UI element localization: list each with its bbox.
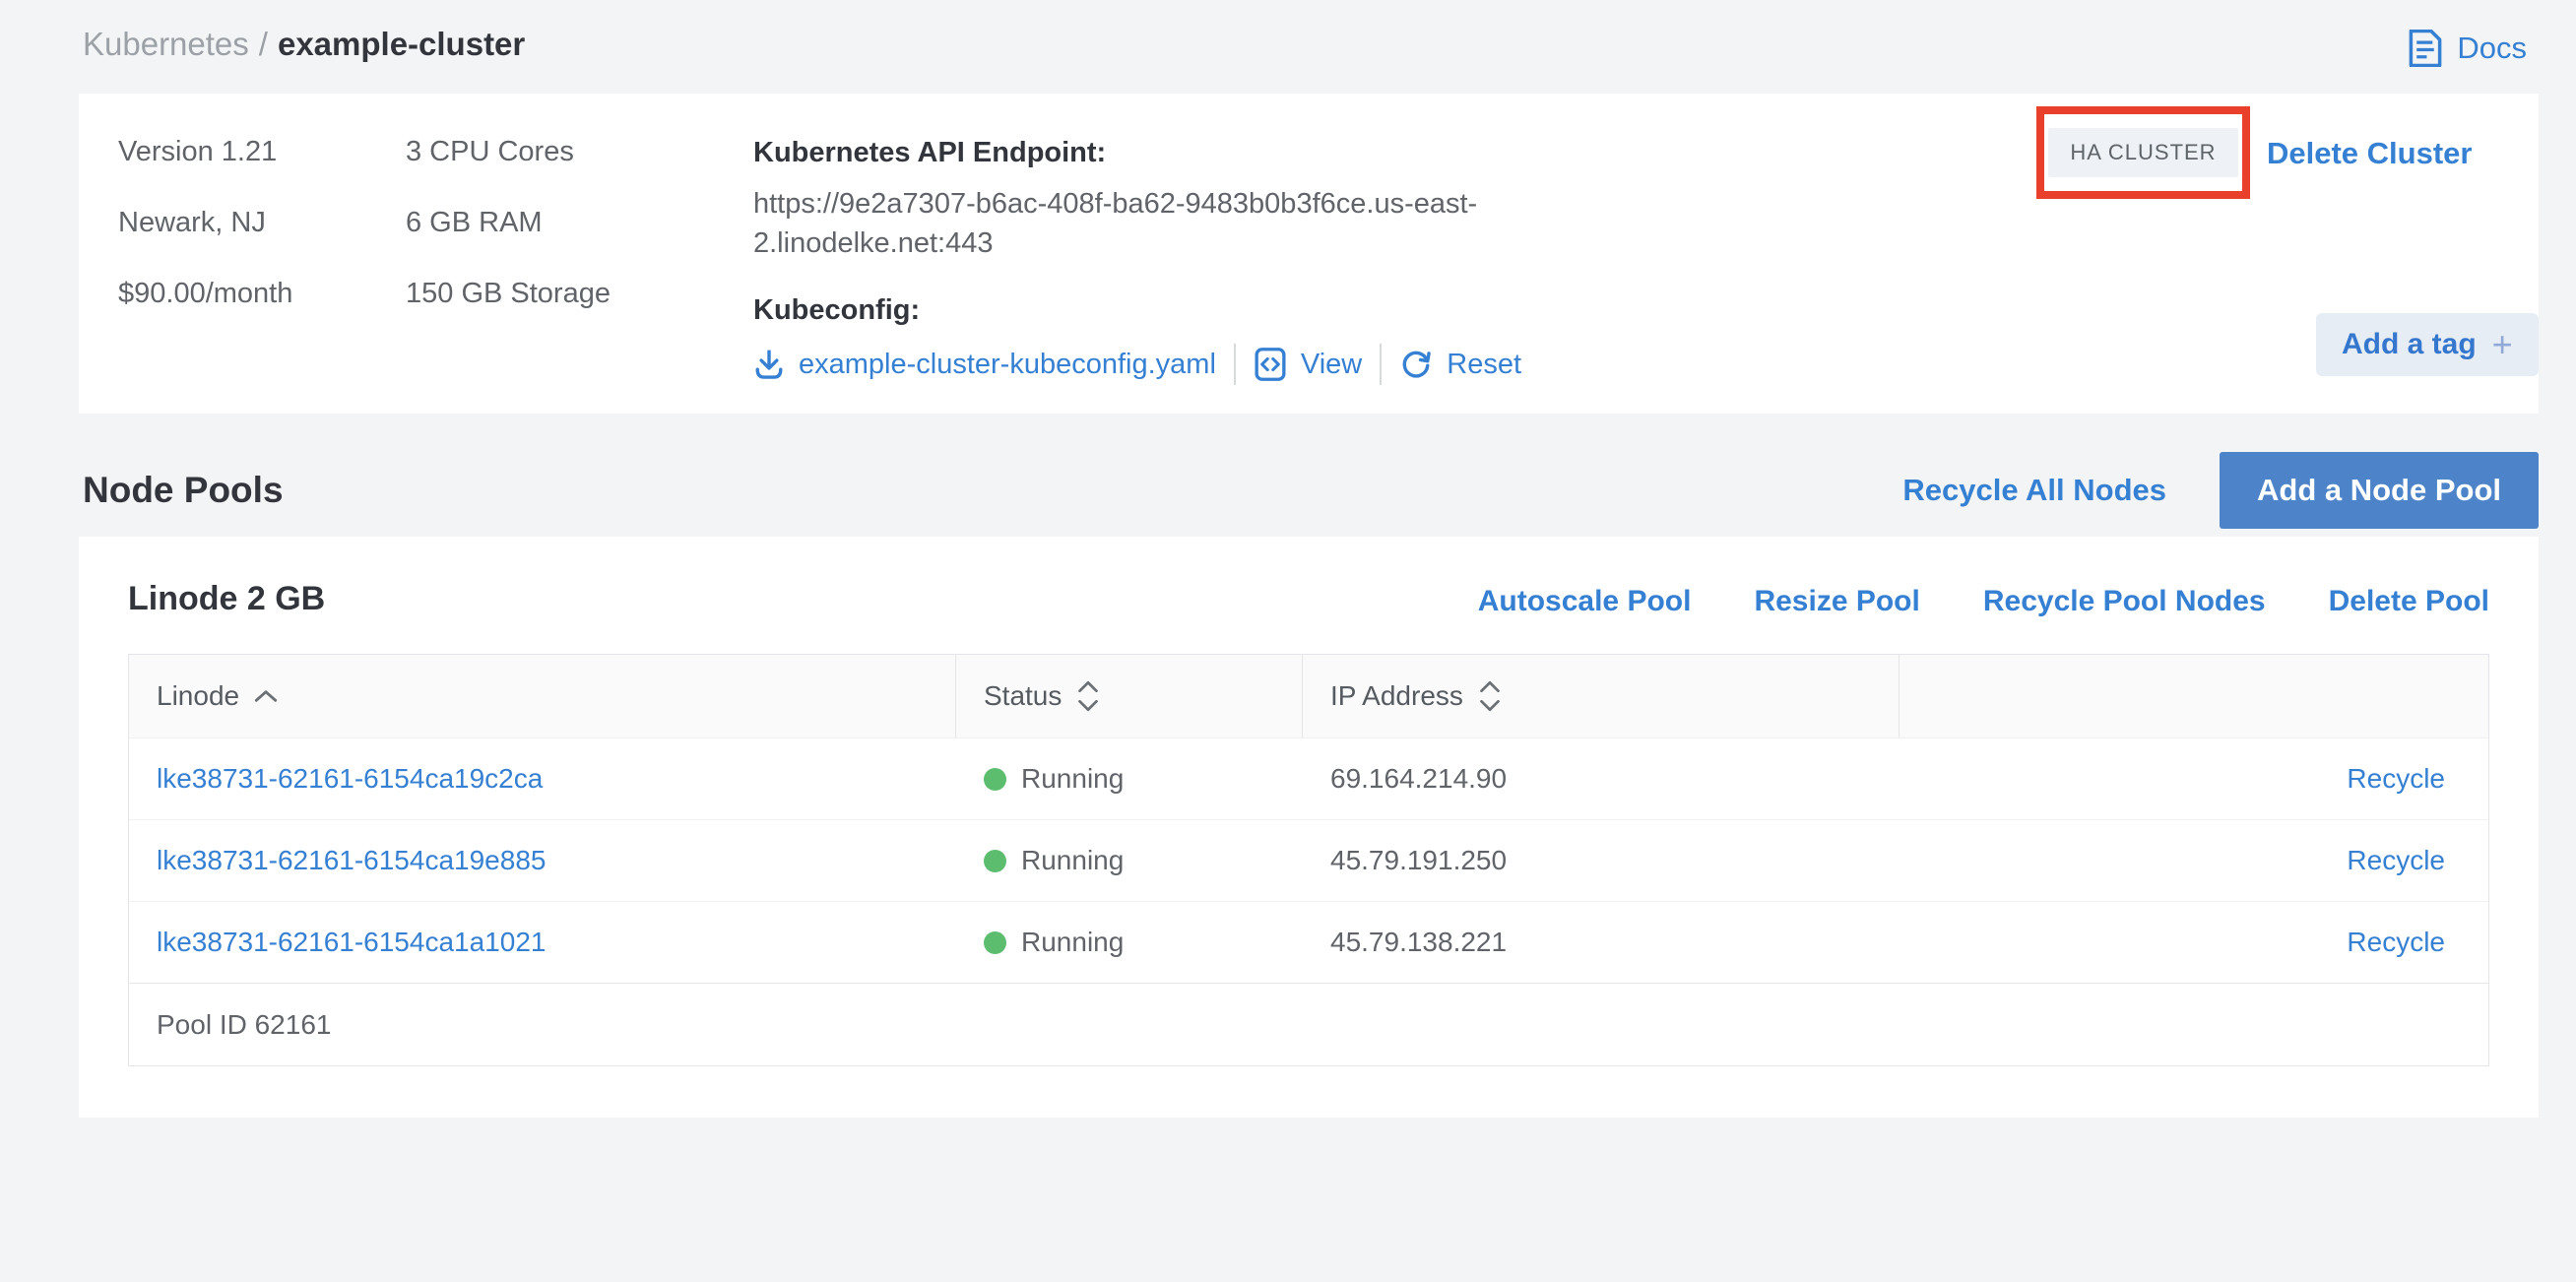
pool-header: Linode 2 GB Autoscale Pool Resize Pool R… xyxy=(128,580,2489,618)
recycle-node-button[interactable]: Recycle xyxy=(2347,763,2445,794)
ip-address: 69.164.214.90 xyxy=(1303,763,1900,795)
status-column-label: Status xyxy=(984,680,1062,712)
pool-name: Linode 2 GB xyxy=(128,580,325,618)
status-running-dot-icon xyxy=(984,850,1006,872)
status-cell: Running xyxy=(956,845,1303,876)
node-pools-header: Node Pools Recycle All Nodes Add a Node … xyxy=(79,448,2539,533)
add-node-pool-button[interactable]: Add a Node Pool xyxy=(2220,452,2539,529)
ip-address: 45.79.138.221 xyxy=(1303,927,1900,958)
ip-address-column-label: IP Address xyxy=(1330,680,1463,712)
recycle-all-nodes-button[interactable]: Recycle All Nodes xyxy=(1902,473,2166,508)
breadcrumb-separator: / xyxy=(259,26,268,62)
table-row: lke38731-62161-6154ca19e885 Running 45.7… xyxy=(129,819,2488,901)
cluster-price: $90.00/month xyxy=(118,277,406,310)
status-cell: Running xyxy=(956,763,1303,795)
cluster-storage: 150 GB Storage xyxy=(406,277,753,310)
status-label: Running xyxy=(1021,763,1124,795)
column-header-actions xyxy=(1900,655,2488,737)
node-pool-card: Linode 2 GB Autoscale Pool Resize Pool R… xyxy=(79,537,2539,1118)
delete-pool-button[interactable]: Delete Pool xyxy=(2329,585,2489,618)
column-header-status: Status xyxy=(956,655,1303,737)
table-header-row: Linode Status xyxy=(129,655,2488,737)
recycle-node-button[interactable]: Recycle xyxy=(2347,927,2445,957)
view-label: View xyxy=(1301,349,1362,381)
cluster-summary-card: Version 1.21 Newark, NJ $90.00/month 3 C… xyxy=(79,94,2539,414)
sort-by-ip-address[interactable]: IP Address xyxy=(1330,678,1503,714)
topbar: Kubernetes / example-cluster Docs xyxy=(0,0,2576,81)
breadcrumb: Kubernetes / example-cluster xyxy=(83,26,525,63)
cluster-specs-column-1: Version 1.21 Newark, NJ $90.00/month xyxy=(118,135,406,385)
kubeconfig-file-name: example-cluster-kubeconfig.yaml xyxy=(799,349,1216,381)
status-running-dot-icon xyxy=(984,768,1006,791)
sort-by-status[interactable]: Status xyxy=(984,678,1101,714)
add-tag-button[interactable]: Add a tag + xyxy=(2316,313,2539,376)
divider xyxy=(1380,344,1382,385)
status-cell: Running xyxy=(956,927,1303,958)
cluster-version: Version 1.21 xyxy=(118,135,406,168)
recycle-pool-nodes-button[interactable]: Recycle Pool Nodes xyxy=(1983,585,2266,618)
table-row: lke38731-62161-6154ca1a1021 Running 45.7… xyxy=(129,901,2488,983)
breadcrumb-kubernetes-link[interactable]: Kubernetes xyxy=(83,26,249,62)
api-endpoint-url: https://9e2a7307-b6ac-408f-ba62-9483b0b3… xyxy=(753,184,1571,263)
reset-icon xyxy=(1399,347,1433,382)
add-tag-label: Add a tag xyxy=(2342,328,2477,361)
pool-actions: Autoscale Pool Resize Pool Recycle Pool … xyxy=(1478,585,2489,618)
node-pools-title: Node Pools xyxy=(83,470,284,511)
autoscale-pool-button[interactable]: Autoscale Pool xyxy=(1478,585,1692,618)
cluster-ram: 6 GB RAM xyxy=(406,206,753,239)
code-file-icon xyxy=(1254,347,1287,382)
node-link[interactable]: lke38731-62161-6154ca1a1021 xyxy=(157,927,546,957)
node-table: Linode Status xyxy=(128,654,2489,1066)
status-label: Running xyxy=(1021,845,1124,876)
recycle-node-button[interactable]: Recycle xyxy=(2347,845,2445,875)
docs-label: Docs xyxy=(2457,31,2527,66)
node-link[interactable]: lke38731-62161-6154ca19e885 xyxy=(157,845,546,875)
status-label: Running xyxy=(1021,927,1124,958)
chevron-up-down-icon xyxy=(1477,678,1503,714)
kubeconfig-actions-row: example-cluster-kubeconfig.yaml View xyxy=(753,344,1571,385)
cluster-region: Newark, NJ xyxy=(118,206,406,239)
docs-link[interactable]: Docs xyxy=(2408,30,2527,67)
chevron-up-icon xyxy=(253,688,279,704)
red-annotation-box: HA CLUSTER xyxy=(2036,106,2250,199)
breadcrumb-cluster-name: example-cluster xyxy=(278,26,525,62)
api-endpoint-label: Kubernetes API Endpoint: xyxy=(753,135,1571,170)
resize-pool-button[interactable]: Resize Pool xyxy=(1754,585,1919,618)
api-endpoint-block: Kubernetes API Endpoint: https://9e2a730… xyxy=(753,135,1571,385)
divider xyxy=(1234,344,1236,385)
column-header-ip-address: IP Address xyxy=(1303,655,1900,737)
cluster-specs-column-2: 3 CPU Cores 6 GB RAM 150 GB Storage xyxy=(406,135,753,385)
cluster-cpu: 3 CPU Cores xyxy=(406,135,753,168)
kubeconfig-label: Kubeconfig: xyxy=(753,292,1571,328)
docs-icon xyxy=(2408,30,2443,67)
column-header-linode: Linode xyxy=(129,655,956,737)
reset-label: Reset xyxy=(1447,349,1521,381)
ha-cluster-badge: HA CLUSTER xyxy=(2048,128,2237,177)
status-running-dot-icon xyxy=(984,931,1006,954)
ip-address: 45.79.191.250 xyxy=(1303,845,1900,876)
plus-icon: + xyxy=(2492,330,2513,359)
kubeconfig-view-link[interactable]: View xyxy=(1254,347,1362,382)
delete-cluster-button[interactable]: Delete Cluster xyxy=(2267,136,2472,171)
node-link[interactable]: lke38731-62161-6154ca19c2ca xyxy=(157,763,543,794)
kubeconfig-download-link[interactable]: example-cluster-kubeconfig.yaml xyxy=(753,348,1216,381)
kubeconfig-reset-link[interactable]: Reset xyxy=(1399,347,1521,382)
linode-column-label: Linode xyxy=(157,680,239,712)
pool-id-footer: Pool ID 62161 xyxy=(129,983,2488,1065)
chevron-up-down-icon xyxy=(1075,678,1101,714)
table-row: lke38731-62161-6154ca19c2ca Running 69.1… xyxy=(129,737,2488,819)
download-icon xyxy=(753,348,785,381)
sort-by-linode[interactable]: Linode xyxy=(157,680,279,712)
